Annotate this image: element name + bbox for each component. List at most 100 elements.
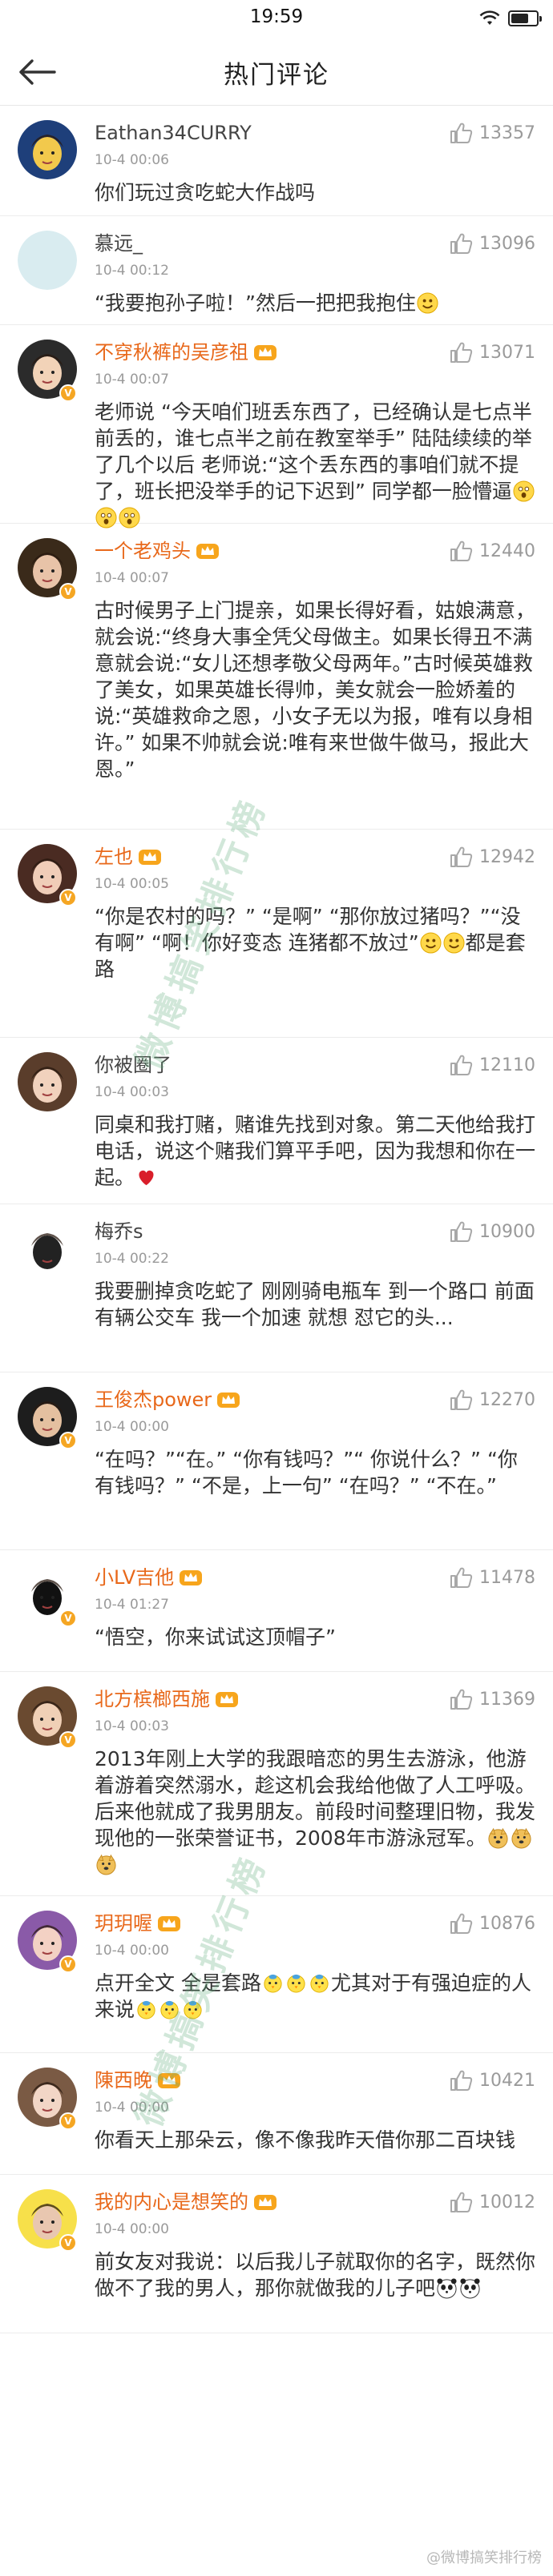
avatar[interactable] — [18, 1052, 77, 1111]
back-arrow-icon — [19, 59, 56, 85]
thumb-up-icon — [450, 2192, 473, 2212]
comment-item[interactable]: Eathan34CURRY 10-4 00:06 13357 你们玩过贪吃蛇大作战吗 — [0, 106, 553, 216]
chick-emoji-icon — [309, 1972, 330, 1994]
comment-body: 我要删掉贪吃蛇了 刚刚骑电瓶车 到一个路口 前面有辆公交车 我一个加速 就想 怼… — [95, 1278, 535, 1331]
comment-item[interactable]: V 王俊杰power 10-4 00:00 12270 “在吗？”“在。” “你有钱吗？… — [0, 1372, 553, 1550]
username[interactable]: 陳西晚 — [95, 2068, 181, 2093]
comment-body: “你是农村的吗？” “是啊” “那你放过猪吗？”“没有啊” “啊！你好变态 连猪… — [95, 903, 535, 983]
verified-badge-icon: V — [59, 583, 77, 601]
username-text: 王俊杰power — [95, 1388, 212, 1411]
verified-badge-icon: V — [59, 1955, 77, 1973]
timestamp: 10-4 00:07 — [95, 570, 169, 586]
thumb-up-icon — [450, 342, 473, 363]
like-button[interactable]: 12270 — [449, 1388, 535, 1411]
username-text: Eathan34CURRY — [95, 122, 252, 144]
like-button[interactable]: 11478 — [449, 1566, 535, 1589]
verified-badge-icon: V — [59, 2112, 77, 2130]
username-text: 小LV吉他 — [95, 1566, 175, 1589]
thumb-up-icon — [450, 1689, 473, 1710]
comment-item[interactable]: V 左也 10-4 00:05 12942 “你是农村的吗？” “是啊” “那你放过猪吗… — [0, 830, 553, 1038]
timestamp: 10-4 00:00 — [95, 1419, 169, 1435]
thumb-up-icon — [450, 541, 473, 561]
like-button[interactable]: 11369 — [449, 1688, 535, 1710]
comment-text: 古时候男子上门提亲，如果长得好看，姑娘满意，就会说:“终身大事全凭父母做主。如果… — [95, 599, 536, 781]
username-text: 慕远_ — [95, 232, 143, 255]
comment-body: “悟空，你来试试这顶帽子” — [95, 1624, 535, 1650]
vip-crown-icon — [158, 2073, 180, 2088]
like-button[interactable]: 10876 — [449, 1912, 535, 1935]
comment-item[interactable]: V 玥玥喔 10-4 00:00 10876 点开全文 全是套路 尤其对于有强迫症的人来说 — [0, 1896, 553, 2053]
comment-body: 2013年刚上大学的我跟暗恋的男生去游泳，他游着游着突然溺水，趁这机会我给他做了… — [95, 1746, 535, 1878]
status-time: 19:59 — [249, 6, 304, 27]
like-count: 10012 — [479, 2192, 535, 2212]
like-button[interactable]: 12440 — [449, 540, 535, 562]
like-button[interactable]: 13357 — [449, 122, 535, 144]
like-count: 13071 — [479, 342, 535, 363]
status-icons — [479, 10, 542, 27]
comment-body: 老师说 “今天咱们班丢东西了，已经确认是七点半前丢的，谁七点半之前在教室举手” … — [95, 399, 535, 531]
username[interactable]: 小LV吉他 — [95, 1565, 203, 1590]
back-button[interactable] — [14, 53, 59, 91]
comment-body: 你们玩过贪吃蛇大作战吗 — [95, 179, 535, 206]
comment-body: “我要抱孙子啦！”然后一把把我抱住 — [95, 290, 535, 316]
comment-text: 我要删掉贪吃蛇了 刚刚骑电瓶车 到一个路口 前面有辆公交车 我一个加速 就想 怼… — [95, 1280, 535, 1329]
username-text: 左也 — [95, 846, 133, 868]
timestamp: 10-4 00:12 — [95, 263, 169, 279]
username[interactable]: Eathan34CURRY — [95, 120, 252, 146]
comment-item[interactable]: V 小LV吉他 10-4 01:27 11478 “悟空，你来试试这顶帽子” — [0, 1550, 553, 1672]
vip-crown-icon — [217, 1392, 240, 1408]
comment-text: 你们玩过贪吃蛇大作战吗 — [95, 181, 316, 204]
like-count: 13096 — [479, 233, 535, 254]
smile-emoji-icon — [417, 292, 438, 314]
username[interactable]: 左也 — [95, 844, 162, 870]
comment-body: “在吗？”“在。” “你有钱吗？”“ 你说什么？” “你有钱吗？” “不是，上一… — [95, 1446, 535, 1499]
thumb-up-icon — [450, 1567, 473, 1588]
like-button[interactable]: 13071 — [449, 341, 535, 364]
comment-body: 前女友对我说：以后我儿子就取你的名字，既然你做不了我的男人，那你就做我的儿子吧 — [95, 2248, 535, 2301]
avatar[interactable] — [18, 231, 77, 290]
avatar[interactable] — [18, 1219, 77, 1278]
timestamp: 10-4 00:00 — [95, 2221, 169, 2237]
vip-crown-icon — [254, 2195, 276, 2210]
username[interactable]: 北方槟榔西施 — [95, 1686, 239, 1712]
comment-item[interactable]: 你被圈了 10-4 00:03 12110 同桌和我打赌，赌谁先找到对象。第二天他给我… — [0, 1038, 553, 1204]
username[interactable]: 梅乔s — [95, 1219, 143, 1244]
comment-item[interactable]: V 一个老鸡头 10-4 00:07 12440 古时候男子上门提亲，如果长得好看，姑娘… — [0, 524, 553, 830]
username[interactable]: 你被圈了 — [95, 1052, 172, 1078]
comment-item[interactable]: 慕远_ 10-4 00:12 13096 “我要抱孙子啦！”然后一把把我抱住 — [0, 216, 553, 325]
comment-body: 古时候男子上门提亲，如果长得好看，姑娘满意，就会说:“终身大事全凭父母做主。如果… — [95, 597, 535, 782]
vip-crown-icon — [196, 544, 219, 559]
comment-list: Eathan34CURRY 10-4 00:06 13357 你们玩过贪吃蛇大作战吗慕… — [0, 106, 553, 2333]
like-button[interactable]: 10012 — [449, 2191, 535, 2213]
verified-badge-icon: V — [59, 1432, 77, 1449]
comment-item[interactable]: 梅乔s 10-4 00:22 10900 我要删掉贪吃蛇了 刚刚骑电瓶车 到一个路口 … — [0, 1204, 553, 1372]
timestamp: 10-4 00:00 — [95, 1943, 169, 1959]
like-button[interactable]: 12110 — [449, 1054, 535, 1076]
shock-emoji-icon — [513, 480, 535, 502]
username[interactable]: 不穿秋裤的吴彦祖 — [95, 340, 277, 365]
like-button[interactable]: 12942 — [449, 846, 535, 868]
username[interactable]: 我的内心是想笑的 — [95, 2189, 277, 2215]
username[interactable]: 王俊杰power — [95, 1387, 240, 1413]
footer-watermark: @微博搞笑排行榜 — [426, 2550, 542, 2566]
timestamp: 10-4 00:22 — [95, 1251, 169, 1267]
avatar[interactable] — [18, 120, 77, 179]
comment-item[interactable]: V 陳西晚 10-4 00:00 10421 你看天上那朵云，像不像我昨天借你那二百块钱 — [0, 2053, 553, 2175]
like-button[interactable]: 10900 — [449, 1220, 535, 1243]
username[interactable]: 一个老鸡头 — [95, 538, 220, 564]
wifi-icon — [479, 10, 500, 25]
like-button[interactable]: 10421 — [449, 2069, 535, 2092]
comment-item[interactable]: V 不穿秋裤的吴彦祖 10-4 00:07 13071 老师说 “今天咱们班丢东西了，已… — [0, 325, 553, 528]
username[interactable]: 玥玥喔 — [95, 1911, 181, 1936]
vip-crown-icon — [254, 345, 276, 360]
timestamp: 10-4 00:07 — [95, 372, 169, 388]
like-count: 12270 — [479, 1389, 535, 1410]
thumb-up-icon — [450, 1913, 473, 1934]
username[interactable]: 慕远_ — [95, 231, 143, 256]
vip-crown-icon — [158, 1916, 180, 1931]
verified-badge-icon: V — [59, 2234, 77, 2252]
thumb-up-icon — [450, 1055, 473, 1075]
comment-item[interactable]: V 北方槟榔西施 10-4 00:03 11369 2013年刚上大学的我跟暗恋的男生去… — [0, 1672, 553, 1896]
like-button[interactable]: 13096 — [449, 232, 535, 255]
comment-item[interactable]: V 我的内心是想笑的 10-4 00:00 10012 前女友对我说：以后我儿子就取你的… — [0, 2175, 553, 2333]
